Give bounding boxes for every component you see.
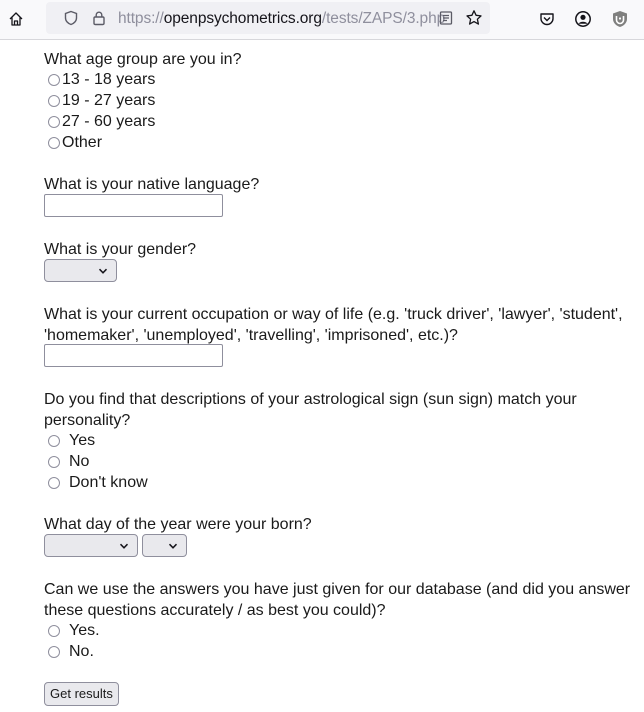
- astrology-option-label: Don't know: [69, 474, 148, 491]
- address-bar[interactable]: https://openpsychometrics.org/tests/ZAPS…: [46, 2, 490, 34]
- radio-button[interactable]: [48, 115, 60, 128]
- occupation-input[interactable]: [44, 344, 223, 367]
- radio-button[interactable]: [48, 624, 60, 637]
- radio-button[interactable]: [48, 136, 60, 149]
- get-results-button[interactable]: Get results: [44, 682, 119, 706]
- radio-button[interactable]: [48, 73, 60, 86]
- browser-toolbar: https://openpsychometrics.org/tests/ZAPS…: [0, 0, 644, 40]
- home-icon[interactable]: [5, 8, 27, 30]
- age-option[interactable]: 13 - 18 years: [48, 69, 155, 90]
- age-option[interactable]: 19 - 27 years: [48, 90, 155, 111]
- consent-option-label: Yes.: [69, 622, 100, 639]
- radio-button[interactable]: [48, 434, 60, 447]
- chevron-down-icon: [168, 543, 178, 549]
- gender-question: What is your gender?: [44, 241, 197, 258]
- age-question: What age group are you in?: [44, 51, 242, 68]
- extension-icon[interactable]: [609, 8, 631, 30]
- radio-button[interactable]: [48, 94, 60, 107]
- consent-option-label: No.: [69, 643, 94, 660]
- astrology-question: Do you find that descriptions of your as…: [44, 391, 577, 429]
- radio-button[interactable]: [48, 476, 60, 489]
- url-domain: openpsychometrics.org: [163, 10, 322, 27]
- lock-icon[interactable]: [89, 8, 109, 28]
- radio-button[interactable]: [48, 455, 60, 468]
- bookmark-star-icon[interactable]: [464, 8, 484, 28]
- age-option-label: Other: [62, 134, 103, 151]
- chevron-down-icon: [98, 268, 108, 274]
- shield-icon[interactable]: [61, 8, 81, 28]
- consent-question: Can we use the answers you have just giv…: [44, 581, 631, 619]
- url-scheme: https://: [118, 10, 164, 27]
- pocket-icon[interactable]: [536, 8, 558, 30]
- astrology-option[interactable]: Yes: [48, 430, 95, 451]
- gender-select[interactable]: [44, 259, 117, 282]
- radio-button[interactable]: [48, 645, 60, 658]
- birthday-question: What day of the year were your born?: [44, 516, 312, 533]
- url-path: /tests/ZAPS/3.php: [321, 10, 446, 27]
- birth-month-select[interactable]: [44, 534, 138, 557]
- astrology-option[interactable]: Don't know: [48, 472, 148, 493]
- consent-option[interactable]: No.: [48, 641, 94, 662]
- age-option[interactable]: 27 - 60 years: [48, 111, 155, 132]
- occupation-question: What is your current occupation or way o…: [44, 306, 623, 344]
- account-icon[interactable]: [572, 8, 594, 30]
- astrology-option[interactable]: No: [48, 451, 89, 472]
- native-language-input[interactable]: [44, 194, 223, 217]
- reader-view-icon[interactable]: [436, 8, 456, 28]
- age-option-label: 27 - 60 years: [62, 113, 156, 130]
- age-option[interactable]: Other: [48, 132, 102, 153]
- age-option-label: 19 - 27 years: [62, 92, 156, 109]
- consent-option[interactable]: Yes.: [48, 620, 100, 641]
- language-question: What is your native language?: [44, 176, 260, 193]
- age-option-label: 13 - 18 years: [62, 71, 156, 88]
- url-text[interactable]: https://openpsychometrics.org/tests/ZAPS…: [118, 10, 445, 28]
- astrology-option-label: Yes: [69, 432, 96, 449]
- chevron-down-icon: [119, 543, 129, 549]
- astrology-option-label: No: [69, 453, 90, 470]
- birth-day-select[interactable]: [142, 534, 187, 557]
